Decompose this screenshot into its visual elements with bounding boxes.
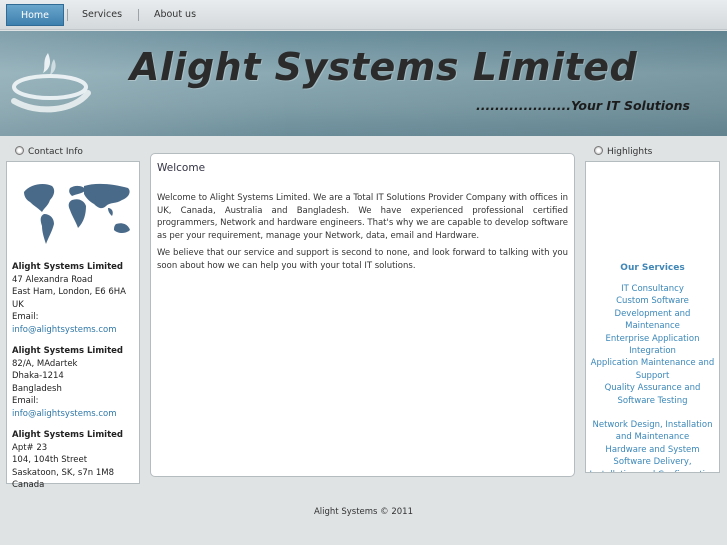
service-item: Enterprise Application Integration <box>605 333 700 357</box>
service-item: Software Delivery, Installation and Conf… <box>589 457 715 472</box>
service-item: Application Maintenance and Support <box>590 358 715 381</box>
address-line: 82/A, MAdartek <box>12 358 78 369</box>
nav-about-tab[interactable]: About us <box>148 4 202 26</box>
welcome-paragraph: We believe that our service and support … <box>157 248 568 271</box>
footer-copyright: Alight Systems © 2011 <box>313 507 414 517</box>
header-banner: Alight Systems Limited .................… <box>0 31 727 136</box>
address-line: UK <box>12 299 24 310</box>
office-address-canada: Alight Systems Limited Apt# 23 104, 104t… <box>12 429 134 492</box>
address-line: Canada <box>12 480 45 490</box>
email-line: Email: info@alightsystems.com <box>12 395 134 420</box>
email-link[interactable]: info@alightsystems.com <box>12 325 117 335</box>
email-label: Email: <box>12 396 39 406</box>
our-services-title: Our Services <box>620 263 685 273</box>
email-link[interactable]: info@alightsystems.com <box>12 409 117 419</box>
company-name-heading: Alight Systems Limited <box>130 45 638 89</box>
bullet-icon <box>15 146 24 155</box>
contact-info-heading: Contact Info <box>15 145 83 159</box>
welcome-heading: Welcome <box>157 162 206 174</box>
highlights-heading: Highlights <box>594 145 652 159</box>
address-line: 104, 104th Street <box>12 455 88 465</box>
address-line: 47 Alexandra Road <box>12 274 93 285</box>
nav-home-tab[interactable]: Home <box>6 4 64 26</box>
service-item: Hardware and System <box>605 444 700 455</box>
contact-info-label: Contact Info <box>28 147 83 157</box>
top-nav: Home Services About us <box>0 0 727 30</box>
bullet-icon <box>594 146 603 155</box>
welcome-paragraph: Welcome to Alight Systems Limited. We ar… <box>157 193 568 241</box>
email-label: Email: <box>12 312 39 322</box>
nav-divider <box>67 9 68 21</box>
service-item: IT Consultancy <box>621 284 684 294</box>
office-name: Alight Systems Limited <box>12 346 124 356</box>
world-map-icon <box>24 183 130 244</box>
service-item: Network Design, Installation and Mainten… <box>592 420 713 443</box>
address-line: East Ham, London, E6 6HA <box>12 287 126 297</box>
address-line: Saskatoon, SK, s7n 1M8 <box>12 467 114 478</box>
welcome-panel: Welcome Welcome to Alight Systems Limite… <box>150 153 575 477</box>
nav-services-tab[interactable]: Services <box>76 4 128 26</box>
address-line: Apt# 23 <box>12 442 48 453</box>
service-item: Custom Software Development and Maintena… <box>614 296 691 332</box>
tagline: ....................Your IT Solutions <box>476 98 690 113</box>
highlights-label: Highlights <box>607 147 653 157</box>
email-line: Email: info@alightsystems.com <box>12 311 134 336</box>
nav-divider <box>138 9 139 21</box>
company-logo <box>11 53 91 113</box>
service-item: Quality Assurance and Software Testing <box>604 383 701 406</box>
office-name: Alight Systems Limited <box>12 262 124 272</box>
address-line: Dhaka-1214 <box>12 371 64 381</box>
highlights-panel[interactable]: Our Services IT Consultancy Custom Softw… <box>585 161 720 473</box>
office-name: Alight Systems Limited <box>12 430 124 440</box>
contact-info-panel: Alight Systems Limited 47 Alexandra Road… <box>6 161 140 490</box>
address-line: Bangladesh <box>12 383 62 394</box>
office-address-bangladesh: Alight Systems Limited 82/A, MAdartek Dh… <box>12 345 134 420</box>
office-address-uk: Alight Systems Limited 47 Alexandra Road… <box>12 261 134 336</box>
